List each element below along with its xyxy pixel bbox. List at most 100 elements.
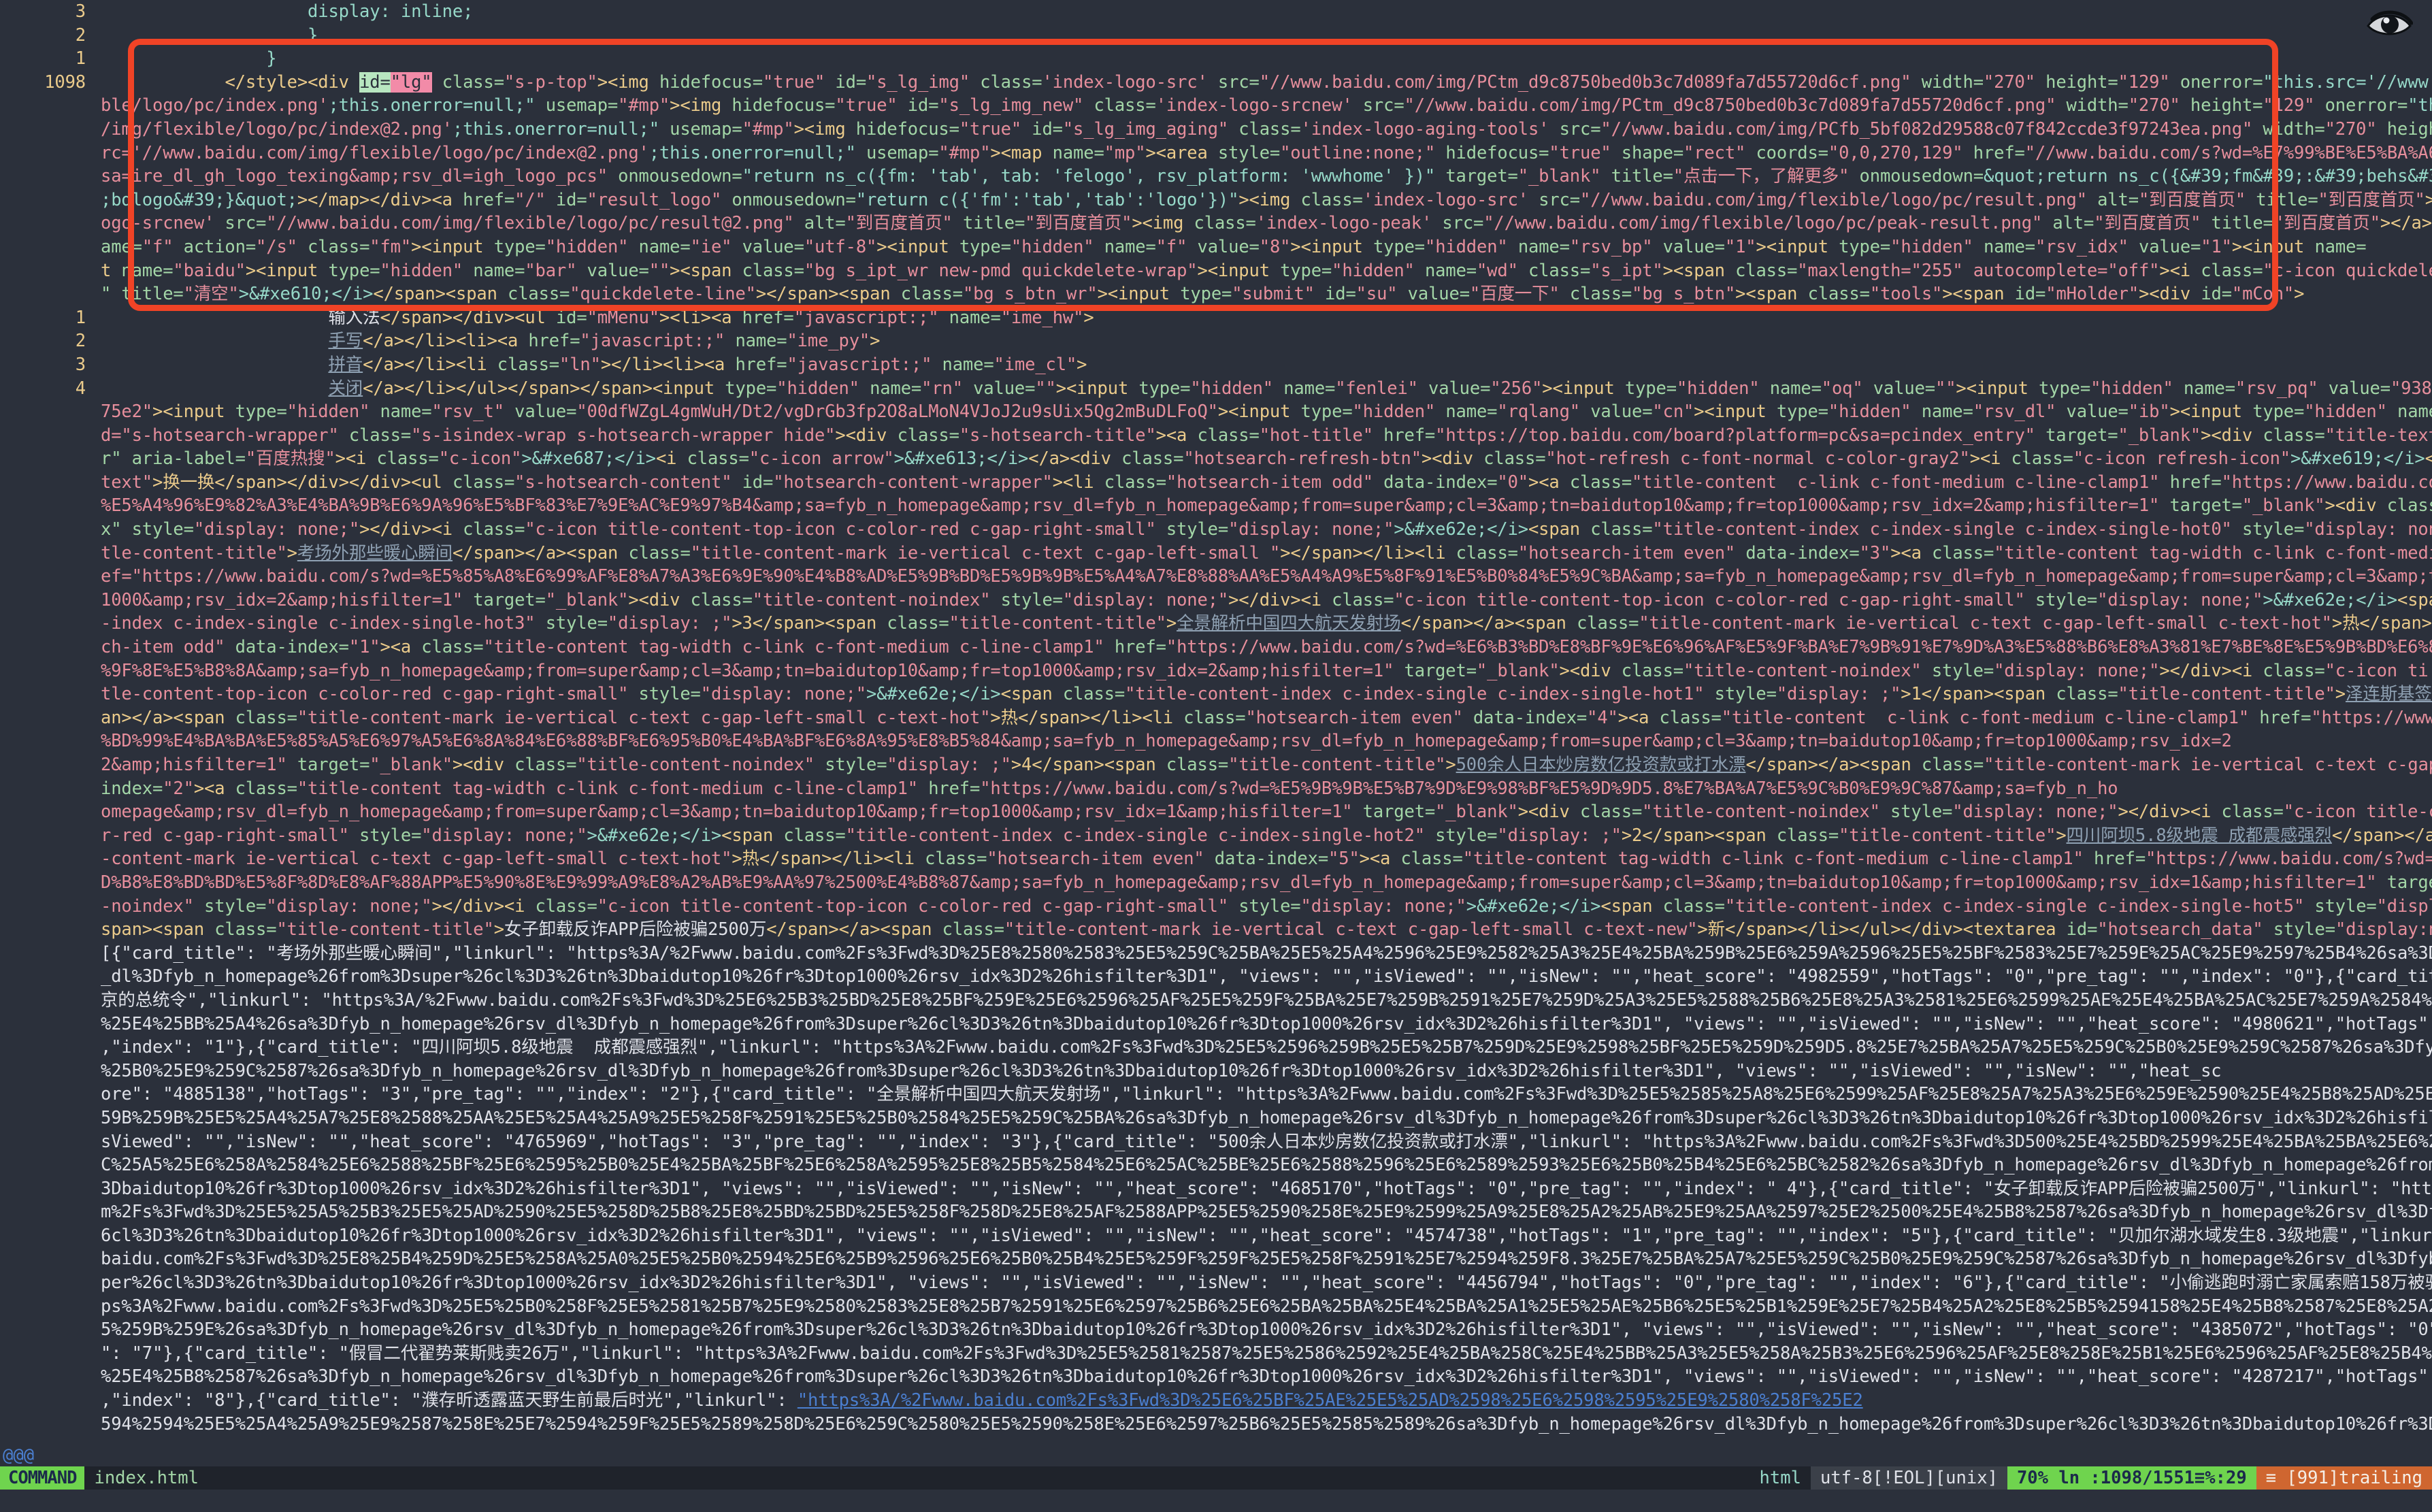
code-token: class= [925,849,987,870]
code-token: class= [297,236,370,257]
code-token: 3Dbaidutop10%26fr%3Dtop1000%26rsv_idx%3D… [101,1178,2432,1199]
code-token: <i [2190,802,2222,823]
buffer-line: 3Dbaidutop10%26fr%3Dtop1000%26rsv_idx%3D… [0,1177,2432,1201]
code-token: ><div [2324,495,2387,516]
command-line[interactable]: / id="lg" [0,1490,2432,1512]
code-token: hidefocus= [659,71,763,93]
code-token: "_blank" [1476,660,1560,681]
code-token: "hidden" [1010,236,1094,257]
code-token: "#mp" [618,95,670,116]
code-token: "display: ;" [2376,895,2432,917]
code-token: ef="https://www.baidu.com/s?wd=%E5%85%A8… [101,566,2432,587]
code-token: "https://www.baidu.com/s?wd=%E5%A5%B3%E5… [2146,849,2432,870]
code-token: name= [121,260,174,281]
status-bar: COMMAND index.html html utf-8[!EOL][unix… [0,1466,2432,1490]
code-token: <span [445,284,508,305]
code-token: "javascript:;" [793,307,939,328]
code-token: ><a [193,778,235,799]
buffer-line: 3 拼音</a></li><li class="ln"></li><li><a … [0,353,2432,377]
code-token: style= [990,589,1063,610]
buffer-line: baidu.com%2Fs%3Fwd%3D%25E8%25B4%259D%25E… [0,1247,2432,1271]
code-token: src= [1528,189,1581,210]
code-token: class= [497,354,560,375]
code-token: href= [463,189,515,210]
code-token: <span [566,542,629,563]
code-token: height= [2180,95,2263,116]
code-token: r" aria-label= [101,448,246,470]
code-token: "ln" [559,354,601,375]
code-token: omepage&amp;rsv_dl=fyb_n_homepage&amp;fr… [101,802,1353,823]
code-token: <textarea [1962,919,2067,940]
code-token: "s_lg_img_new" [938,95,1084,116]
code-token: "" [1935,378,1956,399]
code-token: data-index= [1373,472,1498,493]
code-token: </span> [373,284,446,305]
code-token: name= [725,331,787,352]
code-token: value= [2318,378,2390,399]
code-token: ><img [670,95,732,116]
buffer-line: sViewed": "","isNew": "","heat_score": "… [0,1130,2432,1154]
buffer-line: omepage&amp;rsv_dl=fyb_n_homepage&amp;fr… [0,800,2432,824]
code-token: </a></li> [363,331,456,352]
code-token: "s-hotsearch-content" [514,472,732,493]
code-token: "ime_hw" [1000,307,1084,328]
code-token: "mCon" [2231,284,2295,305]
line-content: omepage&amp;rsv_dl=fyb_n_homepage&amp;fr… [101,802,2432,822]
code-token: "938f4651000d [2390,378,2432,399]
code-token: class= [1104,472,1166,493]
eye-icon[interactable] [2365,8,2413,39]
code-token: <i [504,895,536,917]
code-token: "bg s_ipt_wr new-pmd quickdelete-wrap" [804,260,1198,281]
code-token: name= [1094,236,1156,257]
code-token: ><span [1942,284,2015,305]
code-token: value= [1187,236,1260,257]
code-token: ><input [152,401,235,423]
buffer-line: ef="https://www.baidu.com/s?wd=%E5%85%A8… [0,565,2432,589]
code-token: ><a [380,637,422,658]
code-token: ><img [2425,189,2432,210]
code-token: width= [2056,95,2129,116]
code-token: %BD%99%E4%BA%BA%E5%85%A5%E6%97%A5%E6%8A%… [101,731,2222,752]
code-token: "hidden" [545,236,629,257]
code-token: ><i [335,448,377,470]
buffer-line: ps%3A%2Fwww.baidu.com%2Fs%3Fwd%3D%25E5%2… [0,1295,2432,1319]
code-token: "到百度首页" [2318,189,2425,210]
code-token: alt= [793,213,846,234]
line-content: ef="https://www.baidu.com/s?wd=%E5%85%A8… [101,566,2432,587]
code-token: href= [2083,849,2146,870]
code-token: style= [1228,895,1301,917]
code-token: "return c({'fm':'tab','tab':'logo'})" [855,189,1239,210]
code-token: name= [369,401,432,423]
text-buffer[interactable]: 3 display: inline; 2 } 1 } 1098 </style><di… [0,0,2432,1449]
code-token: type= [493,236,546,257]
code-token: <span [173,707,235,728]
code-token: <ul [514,307,556,328]
code-token: "00dfWZgL4gmWuH/Dt2/vgDrGb3fp2O8aLMoN4VJ… [576,401,1218,423]
code-token: <input [652,378,725,399]
code-token: ></a> [2380,213,2432,234]
code-token: text" [101,472,153,493]
code-token: value= [962,378,1036,399]
code-token: usemap= [855,142,939,163]
code-token: "mMenu" [587,307,660,328]
code-token: name= [859,378,922,399]
code-token: >热</span></li> [732,849,884,870]
code-token: class= [942,919,1004,940]
code-token: > [870,331,881,352]
code-token: m%2Fs%3Fwd%3D%25E5%25A5%25B3%25E5%25AD%2… [101,1202,2432,1223]
code-token: "title-content-noindex" [1642,802,1880,823]
code-token: ></div> [431,895,505,917]
code-token: ore": "4885138","hotTags": "3","pre_tag"… [101,1084,2432,1105]
code-token: "title-content-index c-index-single c-in… [1724,895,2305,917]
code-token: "c-icon title-content-top-icon c-color-r… [525,519,1156,540]
code-token: class= [2056,684,2118,705]
code-token: "1" [1724,236,1756,257]
code-token: <li [1142,707,1184,728]
code-token: "mHolder" [2045,284,2139,305]
line-content: index="2"><a class="title-content tag-wi… [101,778,2118,799]
code-token: value= [576,260,649,281]
line-content: 59B%259B%25E5%25A4%25A7%25E8%2588%25AA%2… [101,1108,2432,1128]
code-token: 6cl%3D3%26tn%3Dbaidutop10%26fr%3Dtop1000… [101,1225,2432,1246]
code-token: "rsv_t" [431,401,505,423]
